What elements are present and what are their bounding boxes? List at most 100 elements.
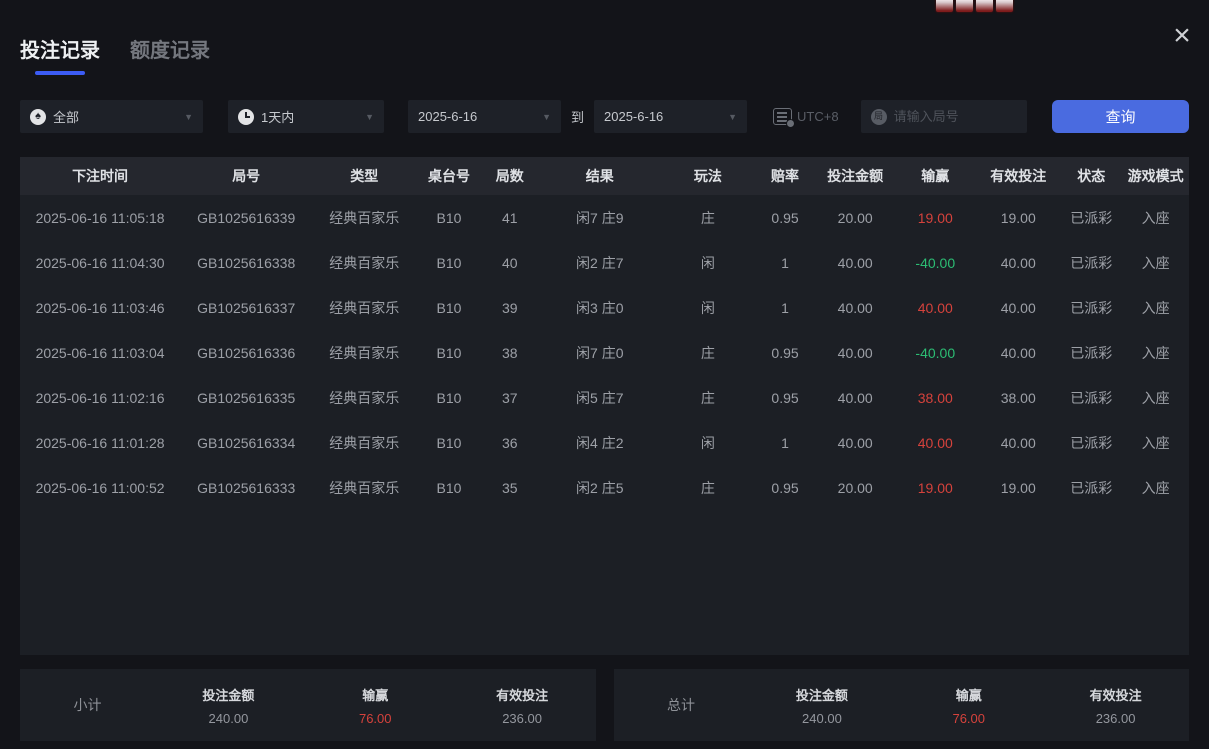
- cell-status: 已派彩: [1060, 330, 1122, 375]
- cell-time: 2025-06-16 11:00:52: [20, 465, 180, 510]
- close-icon[interactable]: ×: [1169, 24, 1195, 50]
- cell-time: 2025-06-16 11:03:04: [20, 330, 180, 375]
- column-header-win: 输赢: [894, 157, 976, 195]
- active-tab-underline: [35, 71, 85, 75]
- tab-bet-records-label: 投注记录: [20, 34, 100, 63]
- column-header-type: 类型: [312, 157, 416, 195]
- cell-status: 已派彩: [1060, 240, 1122, 285]
- table-row: 2025-06-16 11:00:52GB1025616333经典百家乐B103…: [20, 465, 1189, 510]
- brand-logo: [936, 0, 1013, 14]
- bet-records-table: 下注时间局号类型桌台号局数结果玩法赔率投注金额输赢有效投注状态游戏模式 2025…: [20, 157, 1189, 655]
- cell-odds: 0.95: [754, 330, 816, 375]
- total-win: 输赢 76.00: [895, 685, 1042, 726]
- cell-type: 经典百家乐: [312, 465, 416, 510]
- cell-status: 已派彩: [1060, 375, 1122, 420]
- column-header-round: 局数: [482, 157, 538, 195]
- cell-mode: 入座: [1122, 375, 1189, 420]
- cell-type: 经典百家乐: [312, 330, 416, 375]
- total-win-label: 输赢: [895, 685, 1042, 704]
- column-header-play: 玩法: [662, 157, 754, 195]
- table-header: 下注时间局号类型桌台号局数结果玩法赔率投注金额输赢有效投注状态游戏模式: [20, 157, 1189, 195]
- cell-bet: 20.00: [816, 195, 894, 240]
- date-from-picker[interactable]: 2025-6-16 ▼: [408, 100, 561, 133]
- cell-mode: 入座: [1122, 330, 1189, 375]
- cell-game_no: GB1025616339: [180, 195, 312, 240]
- cell-play: 庄: [662, 195, 754, 240]
- cell-odds: 0.95: [754, 465, 816, 510]
- game-no-search: 局: [861, 100, 1027, 133]
- cell-round: 36: [482, 420, 538, 465]
- cell-table_no: B10: [416, 375, 481, 420]
- cell-status: 已派彩: [1060, 465, 1122, 510]
- tab-bet-records[interactable]: 投注记录: [20, 34, 100, 75]
- date-to-picker[interactable]: 2025-6-16 ▼: [594, 100, 747, 133]
- table-header-row: 下注时间局号类型桌台号局数结果玩法赔率投注金额输赢有效投注状态游戏模式: [20, 157, 1189, 195]
- cell-table_no: B10: [416, 465, 481, 510]
- column-header-result: 结果: [538, 157, 662, 195]
- table-body: 2025-06-16 11:05:18GB1025616339经典百家乐B104…: [20, 195, 1189, 510]
- cell-play: 闲: [662, 240, 754, 285]
- cell-table_no: B10: [416, 330, 481, 375]
- cell-bet: 20.00: [816, 465, 894, 510]
- spade-icon: ♠: [30, 109, 46, 125]
- cell-time: 2025-06-16 11:03:46: [20, 285, 180, 330]
- query-button[interactable]: 查询: [1052, 100, 1189, 133]
- tab-quota-records[interactable]: 额度记录: [130, 34, 210, 63]
- cell-bet: 40.00: [816, 330, 894, 375]
- cell-mode: 入座: [1122, 240, 1189, 285]
- cell-odds: 0.95: [754, 195, 816, 240]
- cell-valid: 38.00: [976, 375, 1060, 420]
- cell-status: 已派彩: [1060, 195, 1122, 240]
- column-header-valid: 有效投注: [976, 157, 1060, 195]
- cell-time: 2025-06-16 11:01:28: [20, 420, 180, 465]
- cell-type: 经典百家乐: [312, 195, 416, 240]
- cell-valid: 40.00: [976, 420, 1060, 465]
- logo-glyph: [936, 0, 953, 12]
- cell-win: 40.00: [894, 420, 976, 465]
- table-row: 2025-06-16 11:03:04GB1025616336经典百家乐B103…: [20, 330, 1189, 375]
- table-row: 2025-06-16 11:05:18GB1025616339经典百家乐B104…: [20, 195, 1189, 240]
- cell-game_no: GB1025616336: [180, 330, 312, 375]
- logo-glyph: [956, 0, 973, 12]
- cell-result: 闲4 庄2: [538, 420, 662, 465]
- cell-table_no: B10: [416, 240, 481, 285]
- cell-mode: 入座: [1122, 195, 1189, 240]
- cell-type: 经典百家乐: [312, 375, 416, 420]
- cell-play: 庄: [662, 375, 754, 420]
- game-no-input[interactable]: [894, 109, 1017, 124]
- cell-result: 闲7 庄0: [538, 330, 662, 375]
- chevron-down-icon: ▼: [357, 112, 374, 122]
- cell-mode: 入座: [1122, 285, 1189, 330]
- chevron-down-icon: ▼: [176, 112, 193, 122]
- total-panel: 总计 投注金额 240.00 输赢 76.00 有效投注 236.00: [614, 669, 1190, 741]
- game-type-dropdown[interactable]: ♠ 全部 ▼: [20, 100, 203, 133]
- column-header-status: 状态: [1060, 157, 1122, 195]
- tab-bar: 投注记录 额度记录: [0, 0, 1209, 75]
- time-range-dropdown[interactable]: 1天内 ▼: [228, 100, 384, 133]
- cell-mode: 入座: [1122, 465, 1189, 510]
- cell-result: 闲7 庄9: [538, 195, 662, 240]
- cell-round: 35: [482, 465, 538, 510]
- column-header-table_no: 桌台号: [416, 157, 481, 195]
- cell-result: 闲5 庄7: [538, 375, 662, 420]
- game-no-icon: 局: [871, 109, 887, 125]
- cell-win: -40.00: [894, 330, 976, 375]
- tab-quota-records-label: 额度记录: [130, 34, 210, 63]
- total-bet-label: 投注金额: [749, 685, 896, 704]
- total-win-value: 76.00: [895, 711, 1042, 726]
- cell-bet: 40.00: [816, 285, 894, 330]
- filter-bar: ♠ 全部 ▼ 1天内 ▼ 2025-6-16 ▼ 到 2025-6-16 ▼ U…: [20, 100, 1189, 133]
- time-range-value: 1天内: [261, 107, 294, 126]
- subtotal-bet-label: 投注金额: [155, 685, 302, 704]
- subtotal-panel: 小计 投注金额 240.00 输赢 76.00 有效投注 236.00: [20, 669, 596, 741]
- cell-time: 2025-06-16 11:04:30: [20, 240, 180, 285]
- cell-round: 37: [482, 375, 538, 420]
- table-row: 2025-06-16 11:03:46GB1025616337经典百家乐B103…: [20, 285, 1189, 330]
- column-header-game_no: 局号: [180, 157, 312, 195]
- timezone-label: UTC+8: [797, 109, 839, 124]
- cell-type: 经典百家乐: [312, 240, 416, 285]
- cell-win: 38.00: [894, 375, 976, 420]
- cell-game_no: GB1025616333: [180, 465, 312, 510]
- logo-glyph: [976, 0, 993, 12]
- cell-time: 2025-06-16 11:05:18: [20, 195, 180, 240]
